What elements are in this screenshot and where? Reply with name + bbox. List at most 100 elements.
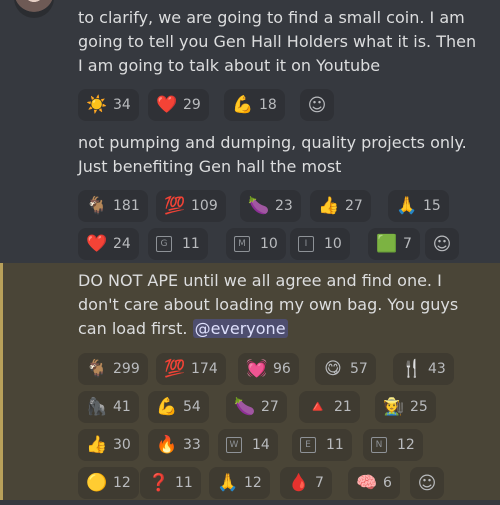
reaction-chip[interactable]: ☀️ 34 [78,89,139,121]
reaction-count: 10 [260,236,278,252]
reaction-emoji-icon: 💪 [156,396,178,417]
reaction-bar: 🐐 299 💯 174 💓 96 😋 57 🍴 43 🦍 41 💪 54 🍆 27 🔺 21 🧑‍🌾 25 👍 30 🔥… [78,353,498,505]
reaction-count: 299 [113,361,140,377]
reaction-chip[interactable]: 💪 54 [148,391,209,423]
reaction-chip[interactable]: 🍆 27 [226,391,287,423]
reaction-emoji-icon: 🐐 [86,358,108,379]
reaction-count: 96 [273,361,291,377]
reaction-chip[interactable]: E 11 [292,429,352,461]
reaction-chip[interactable]: 🔥 33 [148,429,209,461]
reaction-row: 🦍 41 💪 54 🍆 27 🔺 21 🧑‍🌾 25 [78,391,498,429]
reaction-count: 12 [244,475,262,491]
highlighted-message: DO NOT APE until we all agree and find o… [0,263,500,500]
message-group: to clarify, we are going to find a small… [0,0,500,263]
reaction-emoji-icon: 💯 [164,195,186,216]
reaction-chip[interactable]: N 12 [363,429,423,461]
reaction-chip[interactable]: 🔺 21 [299,391,360,423]
reaction-emoji-icon: 🦍 [86,396,108,417]
reaction-chip[interactable]: ❓ 11 [140,467,201,499]
reaction-count: 27 [345,198,363,214]
reaction-chip[interactable]: G 11 [148,228,208,260]
reaction-count: 11 [326,437,344,453]
reaction-chip[interactable]: W 14 [218,429,278,461]
reaction-count: 34 [113,97,131,113]
add-reaction-icon[interactable]: ☺ [300,89,334,121]
reaction-chip[interactable]: 🙏 12 [209,467,270,499]
reaction-chip[interactable]: 👍 27 [310,190,371,222]
reaction-emoji-icon: 🧠 [356,472,378,493]
reaction-chip[interactable]: I 10 [290,228,350,260]
reaction-bar: ☀️ 34 ❤️ 29 💪 18 ☺ [78,89,498,127]
reaction-chip[interactable]: 💪 18 [224,89,285,121]
reaction-chip[interactable]: 🟡 12 [78,467,139,499]
reaction-emoji-icon: 🔥 [156,434,178,455]
reaction-count: 11 [182,236,200,252]
reaction-chip[interactable]: 🍴 43 [393,353,454,385]
reaction-emoji-icon: 🧑‍🌾 [383,396,405,417]
reaction-count: 12 [397,437,415,453]
reaction-chip[interactable]: M 10 [226,228,286,260]
reaction-count: 41 [113,399,131,415]
reaction-chip[interactable]: 🐐 181 [78,190,148,222]
message-text: DO NOT APE until we all agree and find o… [78,271,459,338]
reaction-count: 14 [252,437,270,453]
reaction-chip[interactable]: 🟩 7 [368,228,420,260]
reaction-count: 11 [175,475,193,491]
reaction-count: 27 [261,399,279,415]
reaction-emoji-icon: 🟩 [376,233,398,254]
reaction-count: 57 [350,361,368,377]
reaction-chip[interactable]: 🙏 15 [388,190,449,222]
reaction-row: 👍 30 🔥 33 W 14 E 11 N 12 [78,429,498,467]
avatar[interactable] [14,0,54,18]
reaction-chip[interactable]: 💓 96 [238,353,299,385]
reaction-emoji-icon: I [298,236,314,252]
reaction-emoji-icon: 🔺 [307,396,329,417]
reaction-chip[interactable]: 👍 30 [78,429,139,461]
reaction-chip[interactable]: 🐐 299 [78,353,148,385]
mention-everyone[interactable]: @everyone [192,319,288,338]
reaction-chip[interactable]: ❤️ 29 [148,89,209,121]
reaction-emoji-icon: G [156,236,172,252]
reaction-emoji-icon: 🍆 [234,396,256,417]
reaction-emoji-icon: 🙏 [396,195,418,216]
add-reaction-icon[interactable]: ☺ [410,467,444,499]
reaction-chip[interactable]: 🧑‍🌾 25 [375,391,436,423]
reaction-chip[interactable]: 💯 174 [156,353,226,385]
message-text: not pumping and dumping, quality project… [78,133,467,176]
reaction-emoji-icon: 🍴 [401,358,423,379]
reaction-bar: 🐐 181 💯 109 🍆 23 👍 27 🙏 15 ❤️ 24 G 11 M 10 I 10 🟩 7 ☺ [78,190,498,266]
reaction-chip[interactable]: 🦍 41 [78,391,139,423]
reaction-emoji-icon: 🐐 [86,195,108,216]
reaction-chip[interactable]: 💯 109 [156,190,226,222]
reaction-emoji-icon: 🙏 [217,472,239,493]
reaction-row: 🐐 181 💯 109 🍆 23 👍 27 🙏 15 [78,190,498,228]
reaction-count: 29 [183,97,201,113]
reaction-emoji-icon: ❓ [148,472,170,493]
reaction-count: 7 [403,236,412,252]
reaction-count: 6 [383,475,392,491]
add-reaction-icon[interactable]: ☺ [425,228,459,260]
reaction-chip[interactable]: 🩸 7 [280,467,332,499]
reaction-emoji-icon: 🩸 [288,472,310,493]
reaction-emoji-icon: E [300,437,316,453]
reaction-count: 181 [113,198,140,214]
reaction-chip[interactable]: ❤️ 24 [78,228,139,260]
message-text: to clarify, we are going to find a small… [78,8,477,75]
reaction-emoji-icon: ☀️ [86,94,108,115]
reaction-count: 7 [315,475,324,491]
reaction-emoji-icon: 😋 [324,358,342,379]
reaction-emoji-icon: M [234,236,250,252]
reaction-emoji-icon: 👍 [86,434,108,455]
reaction-count: 109 [191,198,218,214]
reaction-row: 🟡 12 ❓ 11 🙏 12 🩸 7 🧠 6 ☺ [78,467,498,505]
reaction-count: 43 [428,361,446,377]
reaction-chip[interactable]: 🍆 23 [240,190,301,222]
reaction-chip[interactable]: 😋 57 [315,353,376,385]
reaction-count: 33 [183,437,201,453]
reaction-count: 18 [259,97,277,113]
reaction-chip[interactable]: 🧠 6 [348,467,400,499]
reaction-emoji-icon: 👍 [318,195,340,216]
reaction-emoji-icon: ❤️ [156,94,178,115]
reaction-emoji-icon: 💓 [246,358,268,379]
reaction-count: 12 [113,475,131,491]
